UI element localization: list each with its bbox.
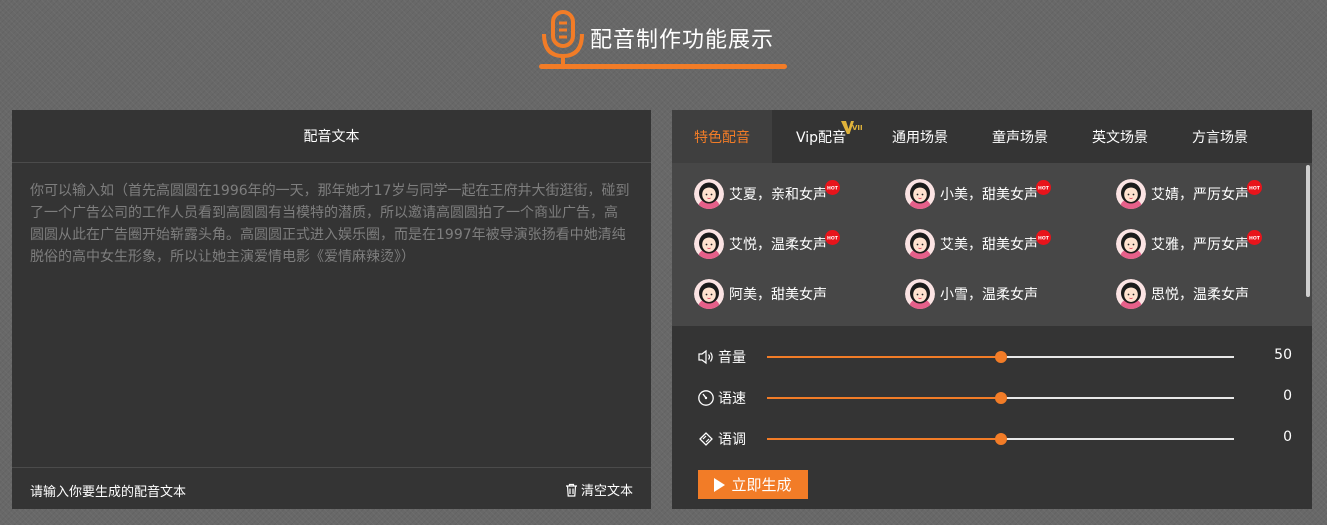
tab-label: 童声场景 xyxy=(992,129,1048,146)
voice-item[interactable]: 小雪，温柔女声 xyxy=(905,277,1105,311)
tab-general[interactable]: 通用场景 xyxy=(870,110,970,163)
clear-text-button[interactable]: 清空文本 xyxy=(565,480,633,499)
hot-badge-icon: HOT xyxy=(1036,179,1051,195)
text-panel-footer: 请输入你要生成的配音文本 清空文本 xyxy=(12,467,651,509)
vip-badge-icon: VIP xyxy=(841,121,862,134)
slider-handle[interactable] xyxy=(994,351,1007,363)
slider-label: 音量 xyxy=(718,350,746,366)
hot-badge-icon: HOT xyxy=(825,179,840,195)
slider-track[interactable] xyxy=(767,433,1234,445)
voice-name: 艾美，甜美女声 xyxy=(940,237,1038,253)
text-panel: 配音文本 你可以输入如（首先高圆圆在1996年的一天，那年她才17岁与同学一起在… xyxy=(12,110,651,509)
hot-badge-icon: HOT xyxy=(1036,229,1051,245)
avatar-icon xyxy=(905,279,935,309)
voice-name: 艾婧，严厉女声 xyxy=(1151,187,1249,203)
slider-row: 语调 0 xyxy=(697,427,1292,451)
tab-vip[interactable]: Vip配音 VIP xyxy=(772,110,870,163)
avatar-icon xyxy=(1116,229,1146,259)
input-hint: 请输入你要生成的配音文本 xyxy=(30,485,187,500)
slider-label: 语速 xyxy=(718,391,746,407)
slider-label: 语调 xyxy=(718,432,746,448)
voice-item[interactable]: 阿美，甜美女声 xyxy=(694,277,894,311)
slider-fill xyxy=(767,397,1001,399)
generate-label: 立即生成 xyxy=(731,476,792,494)
svg-text:HOT: HOT xyxy=(827,185,839,191)
slider-handle[interactable] xyxy=(994,392,1007,404)
slider-value: 0 xyxy=(1283,388,1292,404)
svg-text:HOT: HOT xyxy=(1038,185,1050,191)
voice-name: 阿美，甜美女声 xyxy=(729,287,827,303)
slider-track[interactable] xyxy=(767,351,1234,363)
scene-tabs: 特色配音 Vip配音 VIP 通用场景 童声场景 英文场景 方言场景 xyxy=(672,110,1312,163)
voice-item[interactable]: 艾夏，亲和女声 HOT xyxy=(694,177,894,211)
page-header: 配音制作功能展示 xyxy=(0,0,1327,80)
dubbing-text-input[interactable]: 你可以输入如（首先高圆圆在1996年的一天，那年她才17岁与同学一起在王府井大街… xyxy=(30,180,630,480)
tab-label: 方言场景 xyxy=(1192,129,1248,146)
generate-button[interactable]: 立即生成 xyxy=(698,470,808,499)
avatar-icon xyxy=(694,179,724,209)
slider-track[interactable] xyxy=(767,392,1234,404)
slider-value: 0 xyxy=(1283,429,1292,445)
svg-text:VIP: VIP xyxy=(852,124,862,132)
play-icon xyxy=(714,477,726,492)
svg-text:HOT: HOT xyxy=(1249,235,1261,241)
voice-item[interactable]: 艾婧，严厉女声 HOT xyxy=(1116,177,1316,211)
voice-item[interactable]: 艾雅，严厉女声 HOT xyxy=(1116,227,1316,261)
hot-badge-icon: HOT xyxy=(825,229,840,245)
microphone-icon xyxy=(542,10,584,65)
title-underline xyxy=(539,64,787,69)
svg-text:HOT: HOT xyxy=(827,235,839,241)
avatar-icon xyxy=(905,179,935,209)
speed-icon xyxy=(698,390,714,406)
tab-label: 英文场景 xyxy=(1092,129,1148,146)
voice-name: 艾雅，严厉女声 xyxy=(1151,237,1249,253)
trash-icon xyxy=(565,483,577,497)
tab-children[interactable]: 童声场景 xyxy=(970,110,1070,163)
tab-label: 特色配音 xyxy=(694,129,750,146)
svg-text:HOT: HOT xyxy=(1249,185,1261,191)
slider-fill xyxy=(767,438,1001,440)
slider-fill xyxy=(767,356,1001,358)
voice-name: 思悦，温柔女声 xyxy=(1151,287,1249,303)
tab-dialect[interactable]: 方言场景 xyxy=(1170,110,1270,163)
slider-row: 语速 0 xyxy=(697,386,1292,410)
tab-featured[interactable]: 特色配音 xyxy=(672,110,772,163)
tab-english[interactable]: 英文场景 xyxy=(1070,110,1170,163)
avatar-icon xyxy=(1116,279,1146,309)
voice-name: 艾悦，温柔女声 xyxy=(729,237,827,253)
voice-list-scrollbar[interactable] xyxy=(1306,165,1310,297)
tone-icon xyxy=(699,432,713,446)
avatar-icon xyxy=(905,229,935,259)
avatar-icon xyxy=(694,279,724,309)
voice-name: 小雪，温柔女声 xyxy=(940,287,1038,303)
tab-label: 通用场景 xyxy=(892,129,948,146)
slider-value: 50 xyxy=(1274,347,1292,363)
avatar-icon xyxy=(694,229,724,259)
page-title: 配音制作功能展示 xyxy=(590,28,775,53)
clear-text-label: 清空文本 xyxy=(580,484,633,499)
voice-item[interactable]: 小美，甜美女声 HOT xyxy=(905,177,1105,211)
volume-icon xyxy=(698,349,713,365)
voice-list: 艾夏，亲和女声 HOT 小美，甜美女声 HOT 艾婧，严厉女声 HOT 艾悦，温柔女声… xyxy=(672,163,1312,326)
tab-label: Vip配音 xyxy=(795,129,847,146)
voice-panel: 特色配音 Vip配音 VIP 通用场景 童声场景 英文场景 方言场景 艾夏，亲和… xyxy=(672,110,1312,509)
svg-text:HOT: HOT xyxy=(1038,235,1050,241)
avatar-icon xyxy=(1116,179,1146,209)
voice-item[interactable]: 思悦，温柔女声 xyxy=(1116,277,1316,311)
hot-badge-icon: HOT xyxy=(1247,229,1262,245)
hot-badge-icon: HOT xyxy=(1247,179,1262,195)
voice-item[interactable]: 艾悦，温柔女声 HOT xyxy=(694,227,894,261)
voice-item[interactable]: 艾美，甜美女声 HOT xyxy=(905,227,1105,261)
voice-name: 小美，甜美女声 xyxy=(940,187,1038,203)
voice-name: 艾夏，亲和女声 xyxy=(729,187,827,203)
slider-row: 音量 50 xyxy=(697,345,1292,369)
text-panel-title: 配音文本 xyxy=(12,110,651,163)
slider-handle[interactable] xyxy=(994,433,1007,445)
